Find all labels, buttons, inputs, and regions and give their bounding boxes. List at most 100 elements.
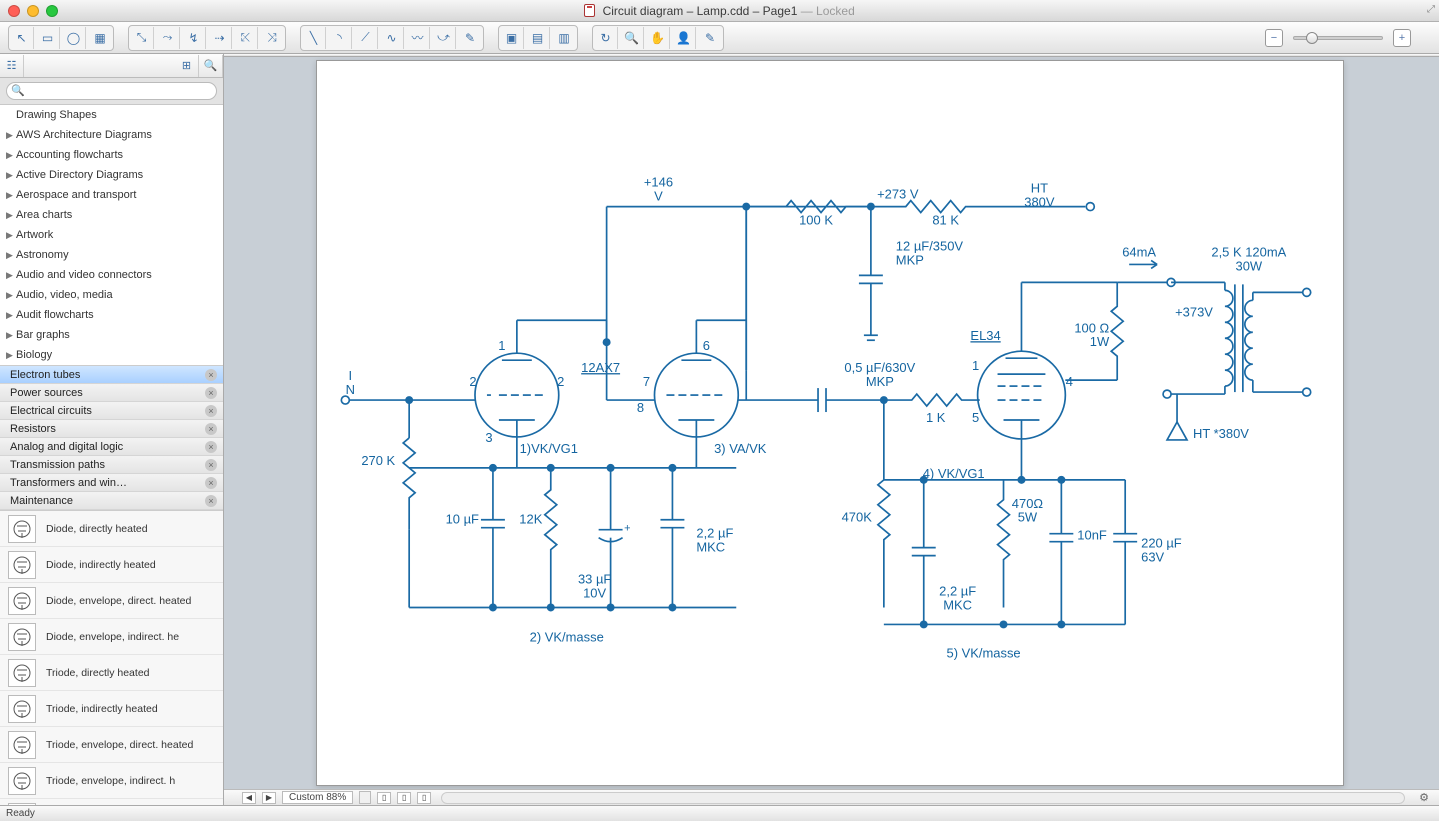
svg-text:12 µF/350VMKP: 12 µF/350VMKP	[896, 238, 964, 267]
sidebar-search-button[interactable]: 🔍	[199, 55, 223, 77]
close-icon[interactable]: ×	[205, 423, 217, 435]
subcategory-label: Analog and digital logic	[10, 441, 123, 453]
shape-item[interactable]: Diode, envelope, indirect. he	[0, 619, 223, 655]
category-item[interactable]: ▶Accounting flowcharts	[0, 145, 223, 165]
category-item[interactable]: ▶Artwork	[0, 225, 223, 245]
canvas[interactable]: +146V 100 K +273 V 81 K HT380V	[316, 60, 1344, 786]
category-item[interactable]: ▶Area charts	[0, 205, 223, 225]
table-tool[interactable]: ▦	[88, 27, 112, 49]
svg-text:100 Ω1W: 100 Ω1W	[1074, 320, 1110, 349]
sidebar-tree-button[interactable]: ☷	[0, 55, 24, 77]
shape-icon	[8, 551, 36, 579]
shape-item[interactable]: Triode, indirectly heated	[0, 691, 223, 727]
zoom-slider-thumb[interactable]	[1306, 32, 1318, 44]
hscrollbar[interactable]	[441, 792, 1405, 804]
toolbar-group-connectors: ⤡ ⤳ ↯ ⇢ ⤪ ⤨	[128, 25, 286, 51]
align-tool-1[interactable]: ▣	[500, 27, 524, 49]
shape-item[interactable]: Diode, envelope, direct. heated	[0, 583, 223, 619]
zoom-stepper[interactable]	[359, 791, 371, 804]
category-item[interactable]: ▶Bar graphs	[0, 325, 223, 345]
conn-tool-6[interactable]: ⤨	[260, 27, 284, 49]
view-mode-3[interactable]: ▯	[417, 792, 431, 804]
subcategory-item[interactable]: Electron tubes×	[0, 366, 223, 384]
subcategory-item[interactable]: Electrical circuits×	[0, 402, 223, 420]
arc-tool[interactable]: ◝	[328, 27, 352, 49]
subcategory-item[interactable]: Analog and digital logic ×	[0, 438, 223, 456]
align-tool-3[interactable]: ▥	[552, 27, 576, 49]
svg-text:1: 1	[498, 338, 505, 353]
search-icon: 🔍	[11, 84, 25, 97]
close-icon[interactable]: ×	[205, 387, 217, 399]
scribble-tool[interactable]: ✎	[458, 27, 482, 49]
close-icon[interactable]: ×	[205, 369, 217, 381]
subcategory-item[interactable]: Transmission paths ×	[0, 456, 223, 474]
conn-tool-3[interactable]: ↯	[182, 27, 206, 49]
zoom-out-button[interactable]: −	[1265, 29, 1283, 47]
eyedropper-tool[interactable]: ✎	[698, 27, 722, 49]
toolbar-group-align: ▣ ▤ ▥	[498, 25, 578, 51]
close-icon[interactable]: ×	[205, 477, 217, 489]
category-item[interactable]: ▶Biology	[0, 345, 223, 365]
rotate-tool[interactable]: ↻	[594, 27, 618, 49]
person-tool[interactable]: 👤	[672, 27, 696, 49]
main-toolbar: ↖ ▭ ◯ ▦ ⤡ ⤳ ↯ ⇢ ⤪ ⤨ ╲ ◝ ⟋ ∿ 〰 ⤻ ✎ ▣ ▤ ▥ …	[0, 22, 1439, 54]
close-icon[interactable]: ×	[205, 405, 217, 417]
category-list[interactable]: Drawing Shapes▶AWS Architecture Diagrams…	[0, 105, 223, 365]
shape-item[interactable]: Triode, envelope, indirect. h	[0, 763, 223, 799]
category-label: Astronomy	[16, 249, 69, 261]
shape-label: Triode, directly heated	[46, 667, 150, 679]
category-item[interactable]: ▶Audio, video, media	[0, 285, 223, 305]
subcategory-item[interactable]: Power sources×	[0, 384, 223, 402]
conn-tool-5[interactable]: ⤪	[234, 27, 258, 49]
fullscreen-icon[interactable]: ⤢	[1427, 4, 1435, 15]
shape-list[interactable]: Diode, directly heatedDiode, indirectly …	[0, 511, 223, 805]
spline-tool[interactable]: ∿	[380, 27, 404, 49]
subcategory-item[interactable]: Resistors×	[0, 420, 223, 438]
subcategory-item[interactable]: Transformers and win… ×	[0, 474, 223, 492]
category-item[interactable]: ▶Aerospace and transport	[0, 185, 223, 205]
svg-text:HT *380V: HT *380V	[1193, 426, 1249, 441]
shape-item[interactable]: Triode, directly heated	[0, 655, 223, 691]
canvas-settings-icon[interactable]: ⚙	[1415, 791, 1433, 804]
close-icon[interactable]: ×	[205, 441, 217, 453]
category-item[interactable]: ▶Astronomy	[0, 245, 223, 265]
subcategory-label: Transformers and win…	[10, 477, 127, 489]
pointer-tool[interactable]: ↖	[10, 27, 34, 49]
align-tool-2[interactable]: ▤	[526, 27, 550, 49]
conn-tool-1[interactable]: ⤡	[130, 27, 154, 49]
close-icon[interactable]: ×	[205, 459, 217, 471]
shape-label: Diode, envelope, direct. heated	[46, 595, 191, 607]
category-item[interactable]: ▶Audio and video connectors	[0, 265, 223, 285]
category-item[interactable]: ▶AWS Architecture Diagrams	[0, 125, 223, 145]
rect-tool[interactable]: ▭	[36, 27, 60, 49]
view-mode-1[interactable]: ▯	[377, 792, 391, 804]
shape-item[interactable]: Diode, directly heated	[0, 511, 223, 547]
zoom-slider[interactable]	[1293, 36, 1383, 40]
line-tool[interactable]: ╲	[302, 27, 326, 49]
shape-item[interactable]: Diode, indirectly heated	[0, 547, 223, 583]
category-item[interactable]: ▶Active Directory Diagrams	[0, 165, 223, 185]
sidebar-search-input[interactable]	[6, 82, 217, 100]
subcategory-item[interactable]: Maintenance×	[0, 492, 223, 510]
close-icon[interactable]: ×	[205, 495, 217, 507]
zoom-in-button[interactable]: +	[1393, 29, 1411, 47]
sidebar-grid-button[interactable]: ⊞	[175, 55, 199, 77]
category-item[interactable]: Drawing Shapes	[0, 105, 223, 125]
ellipse-tool[interactable]: ◯	[62, 27, 86, 49]
conn-tool-4[interactable]: ⇢	[208, 27, 232, 49]
sidebar-top-bar: ☷ ⊞ 🔍	[0, 54, 223, 78]
svg-text:12AX7: 12AX7	[581, 360, 620, 375]
hand-tool[interactable]: ✋	[646, 27, 670, 49]
bezier-tool[interactable]: ⤻	[432, 27, 456, 49]
zoom-label[interactable]: Custom 88%	[282, 791, 353, 804]
free-tool[interactable]: 〰	[406, 27, 430, 49]
subcategory-label: Transmission paths	[10, 459, 105, 471]
category-item[interactable]: ▶Audit flowcharts	[0, 305, 223, 325]
view-mode-2[interactable]: ▯	[397, 792, 411, 804]
page-prev-button[interactable]: ◀	[242, 792, 256, 804]
polyline-tool[interactable]: ⟋	[354, 27, 378, 49]
conn-tool-2[interactable]: ⤳	[156, 27, 180, 49]
page-next-button[interactable]: ▶	[262, 792, 276, 804]
shape-item[interactable]: Triode, envelope, direct. heated	[0, 727, 223, 763]
zoom-tool[interactable]: 🔍	[620, 27, 644, 49]
